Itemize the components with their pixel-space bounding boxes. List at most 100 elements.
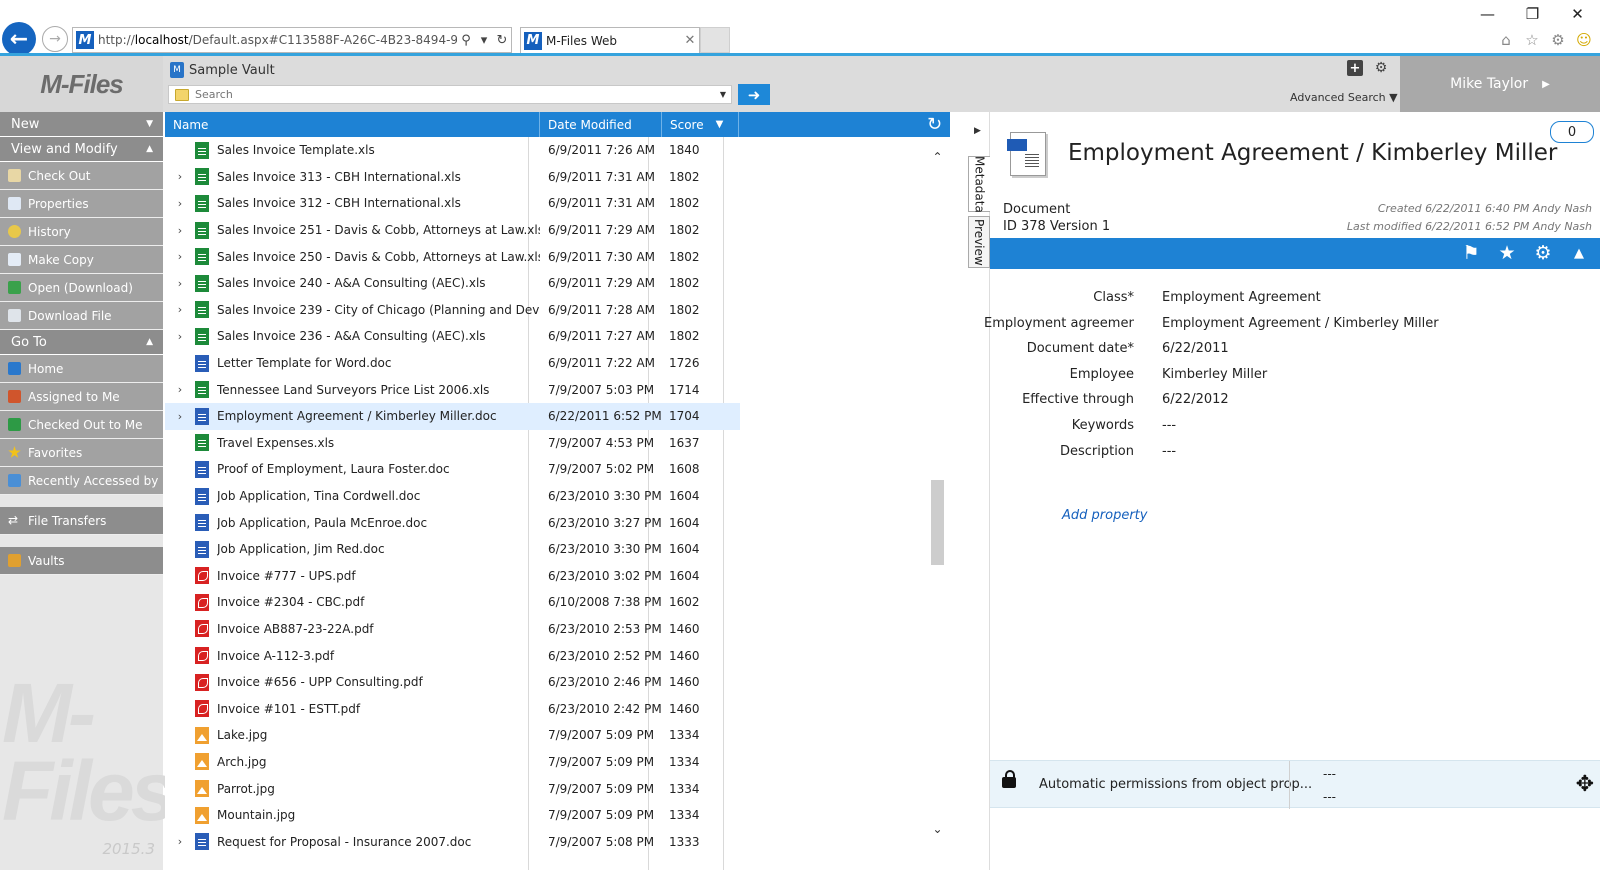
home-icon[interactable]: ⌂ bbox=[1496, 30, 1516, 50]
vertical-scrollbar[interactable]: ⌃ ⌄ bbox=[929, 140, 946, 840]
search-input[interactable] bbox=[195, 88, 715, 101]
table-row[interactable]: Mountain.jpg 7/9/2007 5:09 PM 1334 bbox=[165, 802, 740, 829]
property-row[interactable]: Effective through 6/22/2012 bbox=[990, 392, 1600, 418]
expand-chevron-icon[interactable]: › bbox=[165, 170, 195, 183]
add-property-link[interactable]: Add property bbox=[1062, 508, 1147, 523]
refresh-icon[interactable]: ↻ bbox=[493, 33, 511, 48]
search-go-button[interactable]: ➜ bbox=[738, 84, 770, 105]
favorites-star-icon[interactable]: ☆ bbox=[1522, 30, 1542, 50]
nav-item-file-transfers[interactable]: ⇄ File Transfers bbox=[0, 507, 163, 535]
column-header-score[interactable]: Score ▼ bbox=[662, 112, 739, 137]
vault-breadcrumb[interactable]: M Sample Vault bbox=[170, 62, 275, 78]
close-icon[interactable]: ✕ bbox=[681, 33, 699, 48]
close-window-icon[interactable]: ✕ bbox=[1555, 2, 1600, 26]
table-row[interactable]: › Sales Invoice 312 - CBH International.x… bbox=[165, 190, 740, 217]
favorite-star-icon[interactable]: ★ bbox=[1496, 242, 1518, 264]
table-row[interactable]: Invoice #2304 - CBC.pdf 6/10/2008 7:38 PM… bbox=[165, 589, 740, 616]
dropdown-icon[interactable]: ▾ bbox=[475, 33, 493, 48]
nav-item-check-out[interactable]: Check Out bbox=[0, 162, 163, 190]
expand-chevron-icon[interactable]: › bbox=[165, 330, 195, 343]
nav-header-new[interactable]: New ▼ bbox=[0, 112, 163, 137]
table-row[interactable]: › Sales Invoice 236 - A&A Consulting (AEC… bbox=[165, 323, 740, 350]
expand-chevron-icon[interactable]: › bbox=[165, 250, 195, 263]
table-row[interactable]: Job Application, Jim Red.doc 6/23/2010 3:… bbox=[165, 536, 740, 563]
scroll-down-icon[interactable]: ⌄ bbox=[929, 822, 946, 836]
nav-item-checked-out-to-me[interactable]: Checked Out to Me bbox=[0, 411, 163, 439]
property-value[interactable]: --- bbox=[1162, 418, 1176, 433]
table-row[interactable]: › Tennessee Land Surveyors Price List 200… bbox=[165, 376, 740, 403]
property-value[interactable]: Employment Agreement bbox=[1162, 290, 1321, 305]
add-icon[interactable]: + bbox=[1347, 60, 1363, 76]
property-value[interactable]: Kimberley Miller bbox=[1162, 367, 1267, 382]
workflow-flag-icon[interactable]: ⚑ bbox=[1460, 242, 1482, 264]
table-row[interactable]: › Sales Invoice 239 - City of Chicago (Pl… bbox=[165, 297, 740, 324]
table-row[interactable]: › Sales Invoice 251 - Davis & Cobb, Attor… bbox=[165, 217, 740, 244]
nav-item-make-copy[interactable]: Make Copy bbox=[0, 246, 163, 274]
collapse-arrow-icon[interactable]: ▶ bbox=[974, 126, 981, 136]
search-icon[interactable]: ⚲ bbox=[457, 33, 475, 48]
new-tab-button[interactable] bbox=[700, 27, 730, 53]
expand-chevron-icon[interactable]: › bbox=[165, 410, 195, 423]
nav-item-recently-accessed[interactable]: Recently Accessed by Me bbox=[0, 467, 180, 495]
table-row[interactable]: › Sales Invoice 240 - A&A Consulting (AEC… bbox=[165, 270, 740, 297]
gear-icon[interactable]: ⚙ bbox=[1373, 60, 1389, 76]
move-arrows-icon[interactable]: ✥ bbox=[1576, 772, 1594, 797]
table-row[interactable]: Travel Expenses.xls 7/9/2007 4:53 PM 1637 bbox=[165, 430, 740, 457]
table-row[interactable]: Job Application, Tina Cordwell.doc 6/23/2… bbox=[165, 483, 740, 510]
table-row[interactable]: Invoice A-112-3.pdf 6/23/2010 2:52 PM 1460 bbox=[165, 642, 740, 669]
tab-metadata[interactable]: Metadata bbox=[968, 156, 990, 212]
expand-chevron-icon[interactable]: › bbox=[165, 197, 195, 210]
table-row[interactable]: Parrot.jpg 7/9/2007 5:09 PM 1334 bbox=[165, 775, 740, 802]
advanced-search-link[interactable]: Advanced Search ▼ bbox=[1290, 91, 1398, 104]
property-row[interactable]: Class* Employment Agreement bbox=[990, 290, 1600, 316]
smiley-feedback-icon[interactable]: ☺ bbox=[1574, 30, 1594, 50]
table-row[interactable]: › Sales Invoice 250 - Davis & Cobb, Attor… bbox=[165, 243, 740, 270]
table-row[interactable]: Letter Template for Word.doc 6/9/2011 7:2… bbox=[165, 350, 740, 377]
table-row[interactable]: Sales Invoice Template.xls 6/9/2011 7:26 … bbox=[165, 137, 740, 164]
table-row[interactable]: › Employment Agreement / Kimberley Miller… bbox=[165, 402, 740, 430]
settings-gear-icon[interactable]: ⚙ bbox=[1532, 242, 1554, 264]
property-value[interactable]: 6/22/2011 bbox=[1162, 341, 1229, 356]
browser-tab[interactable]: M M-Files Web ✕ bbox=[520, 27, 700, 53]
search-dropdown-icon[interactable]: ▼ bbox=[715, 90, 731, 99]
refresh-icon[interactable]: ↻ bbox=[927, 114, 942, 135]
property-value[interactable]: --- bbox=[1162, 444, 1176, 459]
scroll-thumb[interactable] bbox=[931, 480, 944, 565]
restore-icon[interactable]: ❐ bbox=[1510, 2, 1555, 26]
column-header-name[interactable]: Name bbox=[165, 112, 540, 137]
expand-chevron-icon[interactable]: › bbox=[165, 835, 195, 848]
user-menu[interactable]: Mike Taylor ▶ bbox=[1400, 56, 1600, 112]
expand-chevron-icon[interactable]: › bbox=[165, 224, 195, 237]
table-row[interactable]: › Request for Proposal - Insurance 2007.d… bbox=[165, 828, 740, 855]
column-header-date-modified[interactable]: Date Modified bbox=[540, 112, 662, 137]
table-row[interactable]: › Sales Invoice 313 - CBH International.x… bbox=[165, 164, 740, 191]
table-row[interactable]: Arch.jpg 7/9/2007 5:09 PM 1334 bbox=[165, 749, 740, 776]
property-value[interactable]: 6/22/2012 bbox=[1162, 392, 1229, 407]
property-row[interactable]: Employee Kimberley Miller bbox=[990, 367, 1600, 393]
nav-item-vaults[interactable]: Vaults bbox=[0, 547, 163, 575]
collapse-up-icon[interactable]: ▲ bbox=[1568, 242, 1590, 264]
scroll-up-icon[interactable]: ⌃ bbox=[929, 150, 946, 164]
property-row[interactable]: Document date* 6/22/2011 bbox=[990, 341, 1600, 367]
settings-gear-icon[interactable]: ⚙ bbox=[1548, 30, 1568, 50]
table-row[interactable]: Invoice #656 - UPP Consulting.pdf 6/23/20… bbox=[165, 669, 740, 696]
nav-item-download-file[interactable]: Download File bbox=[0, 302, 163, 330]
nav-item-assigned-to-me[interactable]: Assigned to Me bbox=[0, 383, 163, 411]
minimize-icon[interactable]: — bbox=[1465, 2, 1510, 26]
address-url[interactable]: http://localhost/Default.aspx#C113588F-A… bbox=[98, 33, 457, 47]
property-row[interactable]: Description --- bbox=[990, 444, 1600, 470]
comments-badge[interactable]: 0 bbox=[1550, 121, 1594, 143]
nav-header-view-modify[interactable]: View and Modify ▲ bbox=[0, 137, 163, 162]
table-row[interactable]: Invoice #777 - UPS.pdf 6/23/2010 3:02 PM 1… bbox=[165, 563, 740, 590]
permissions-text[interactable]: Automatic permissions from object prop..… bbox=[1039, 777, 1312, 792]
nav-item-properties[interactable]: Properties bbox=[0, 190, 163, 218]
nav-item-open-download[interactable]: Open (Download) bbox=[0, 274, 163, 302]
table-row[interactable]: Invoice #101 - ESTT.pdf 6/23/2010 2:42 PM… bbox=[165, 695, 740, 722]
nav-item-history[interactable]: History bbox=[0, 218, 163, 246]
forward-arrow-icon[interactable]: → bbox=[42, 26, 68, 52]
property-value[interactable]: Employment Agreement / Kimberley Miller bbox=[1162, 316, 1439, 331]
table-row[interactable]: Invoice AB887-23-22A.pdf 6/23/2010 2:53 P… bbox=[165, 616, 740, 643]
property-row[interactable]: Keywords --- bbox=[990, 418, 1600, 444]
back-arrow-icon[interactable]: ← bbox=[2, 22, 36, 56]
nav-item-home[interactable]: Home bbox=[0, 355, 163, 383]
